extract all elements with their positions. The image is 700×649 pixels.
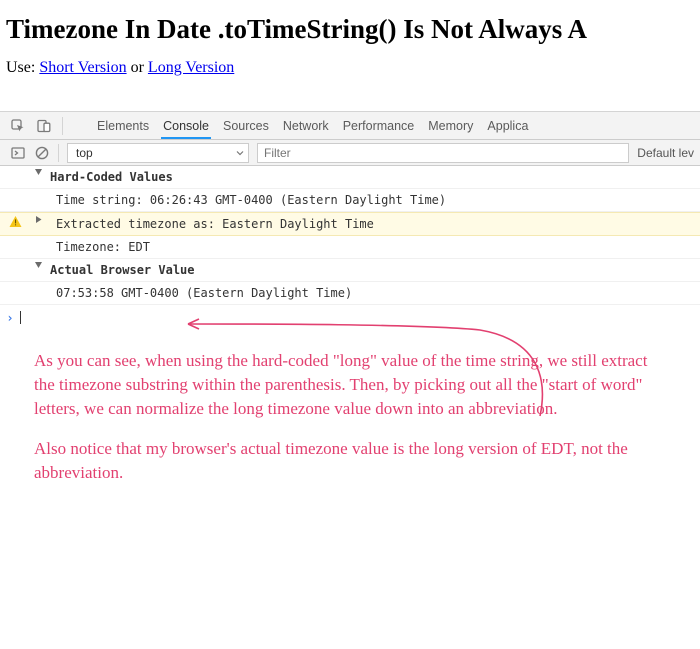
console-text: Time string: 06:26:43 GMT-0400 (Eastern … (50, 191, 700, 209)
inspect-element-icon[interactable] (10, 118, 26, 134)
annotation-paragraph: Also notice that my browser's actual tim… (34, 437, 666, 485)
show-console-sidebar-icon[interactable] (10, 145, 26, 161)
console-toolbar: top Default lev (0, 140, 700, 166)
console-prompt[interactable]: › (0, 305, 700, 331)
chevron-down-icon (236, 149, 244, 157)
console-text: Actual Browser Value (50, 261, 700, 279)
tab-console[interactable]: Console (161, 113, 211, 139)
tab-elements[interactable]: Elements (95, 113, 151, 138)
console-text: 07:53:58 GMT-0400 (Eastern Daylight Time… (50, 284, 700, 302)
warning-icon (0, 215, 30, 228)
console-warning-message: Extracted timezone as: Eastern Daylight … (0, 212, 700, 236)
devtools-panel: Elements Console Sources Network Perform… (0, 111, 700, 331)
separator-or: or (127, 59, 148, 76)
tab-memory[interactable]: Memory (426, 113, 475, 138)
execution-context-value: top (76, 146, 93, 160)
group-toggle-icon[interactable] (30, 168, 50, 177)
console-message: 07:53:58 GMT-0400 (Eastern Daylight Time… (0, 282, 700, 305)
page-title: Timezone In Date .toTimeString() Is Not … (6, 14, 694, 45)
execution-context-select[interactable]: top (67, 143, 249, 163)
console-group-header[interactable]: Hard-Coded Values (0, 166, 700, 189)
tab-sources[interactable]: Sources (221, 113, 271, 138)
use-line: Use: Short Version or Long Version (6, 59, 694, 77)
filter-input[interactable] (257, 143, 629, 163)
tab-network[interactable]: Network (281, 113, 331, 138)
short-version-link[interactable]: Short Version (39, 59, 126, 76)
console-text: Timezone: EDT (50, 238, 700, 256)
console-message: Time string: 06:26:43 GMT-0400 (Eastern … (0, 189, 700, 212)
annotation-block: As you can see, when using the hard-code… (0, 331, 700, 485)
clear-console-icon[interactable] (34, 145, 50, 161)
devtools-tabs: Elements Console Sources Network Perform… (0, 112, 700, 140)
device-toolbar-icon[interactable] (36, 118, 52, 134)
console-group-header[interactable]: Actual Browser Value (0, 259, 700, 282)
divider (58, 144, 59, 162)
expand-object-icon[interactable] (30, 215, 50, 224)
tab-performance[interactable]: Performance (341, 113, 417, 138)
group-toggle-icon[interactable] (30, 261, 50, 270)
text-cursor (20, 311, 21, 324)
console-text: Extracted timezone as: Eastern Daylight … (50, 215, 700, 233)
prompt-input[interactable] (20, 309, 700, 327)
use-label: Use: (6, 59, 39, 76)
console-message: Timezone: EDT (0, 236, 700, 259)
console-messages: Hard-Coded Values Time string: 06:26:43 … (0, 166, 700, 331)
console-text: Hard-Coded Values (50, 168, 700, 186)
divider (62, 117, 63, 135)
long-version-link[interactable]: Long Version (148, 59, 234, 76)
log-levels-select[interactable]: Default lev (637, 146, 694, 160)
log-levels-label: Default lev (637, 146, 694, 160)
tab-application[interactable]: Applica (485, 113, 530, 138)
prompt-chevron-icon: › (0, 309, 20, 327)
annotation-paragraph: As you can see, when using the hard-code… (34, 349, 666, 421)
